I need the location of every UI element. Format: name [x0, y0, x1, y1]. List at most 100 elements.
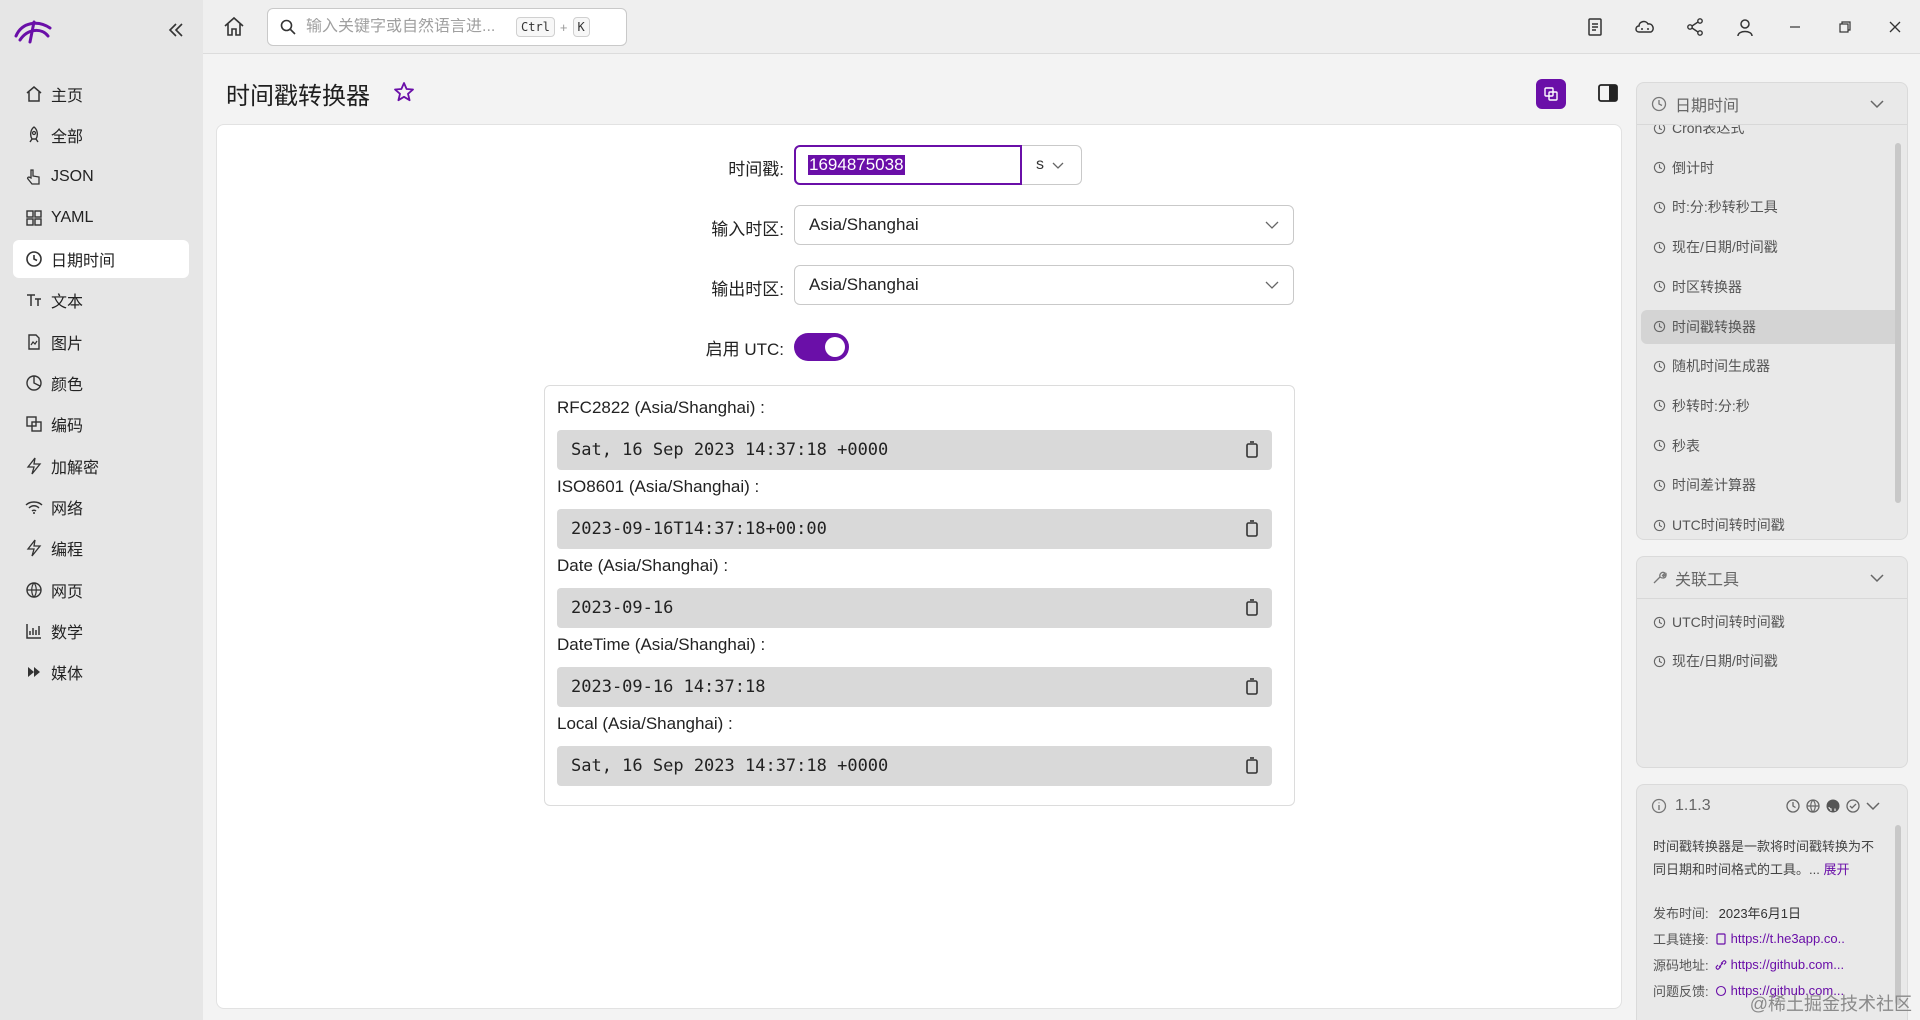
sidebar-item[interactable]: 网络 — [13, 488, 189, 526]
tool-link[interactable]: https://t.he3app.co.. — [1715, 931, 1845, 946]
related-item[interactable]: 现在/日期/时间戳 — [1637, 644, 1897, 678]
globe-icon[interactable] — [1805, 798, 1821, 814]
related-header[interactable]: 关联工具 — [1637, 557, 1907, 599]
chevron-down-icon — [1052, 162, 1064, 169]
check-circle-icon[interactable] — [1845, 798, 1861, 814]
sidebar-item[interactable]: 加解密 — [13, 447, 189, 485]
unit-select[interactable]: s — [1022, 145, 1082, 185]
user-icon — [1737, 19, 1753, 37]
text-icon — [25, 291, 43, 309]
search-input[interactable] — [306, 18, 516, 36]
minimize-button[interactable] — [1770, 0, 1820, 54]
category-header[interactable]: 日期时间 — [1637, 83, 1907, 125]
sidebar-item-label: 网页 — [51, 583, 84, 601]
home-button[interactable] — [222, 15, 246, 39]
related-item[interactable]: UTC时间转时间戳 — [1637, 605, 1897, 639]
page-title: 时间戳转换器 — [226, 83, 370, 110]
result-value-box[interactable]: 2023-09-16T14:37:18+00:00 — [557, 509, 1272, 549]
category-item[interactable]: UTC时间转时间戳 — [1637, 508, 1897, 539]
sidebar-item-label: 编程 — [51, 542, 84, 560]
cloud-icon — [1635, 20, 1654, 33]
sidebar-item[interactable]: 日期时间 — [13, 240, 189, 279]
clock-icon — [1653, 280, 1666, 293]
chevron-down-icon[interactable] — [1865, 798, 1881, 814]
source-link[interactable]: https://github.com... — [1715, 957, 1844, 972]
feedback-icon — [1715, 985, 1726, 996]
sidebar-item-label: 网络 — [51, 500, 84, 518]
sidebar-item[interactable]: 图片 — [13, 323, 189, 361]
utc-toggle[interactable] — [794, 333, 849, 361]
github-icon[interactable] — [1825, 798, 1841, 814]
sidebar-item-label: JSON — [51, 167, 94, 185]
pointer-icon — [25, 168, 43, 186]
output-timezone-select[interactable]: Asia/Shanghai — [794, 265, 1294, 305]
clock-icon — [1653, 360, 1666, 373]
category-item-label: 时间戳转换器 — [1672, 318, 1756, 335]
copy-icon[interactable] — [1242, 677, 1262, 697]
sidebar-item[interactable]: YAML — [13, 199, 189, 237]
rocket-icon — [25, 126, 43, 144]
category-item[interactable]: 时间戳转换器 — [1641, 309, 1901, 344]
sidebar-item[interactable]: 数学 — [13, 612, 189, 650]
cloud-button[interactable] — [1620, 0, 1670, 54]
sidebar-item[interactable]: 文本 — [13, 281, 189, 319]
version-label: 1.1.3 — [1675, 797, 1711, 814]
user-button[interactable] — [1720, 0, 1770, 54]
copy-tool-button[interactable] — [1536, 79, 1566, 109]
result-label: ISO8601 (Asia/Shanghai) : — [557, 477, 760, 496]
favorite-button[interactable] — [392, 80, 416, 104]
toggle-panel-button[interactable] — [1596, 81, 1620, 105]
close-button[interactable] — [1870, 0, 1920, 54]
category-item[interactable]: 时区转换器 — [1637, 270, 1897, 304]
input-timezone-select[interactable]: Asia/Shanghai — [794, 205, 1294, 245]
source-label: 源码地址: — [1653, 958, 1709, 973]
utc-label: 启用 UTC: — [705, 340, 784, 359]
info-scrollbar[interactable] — [1895, 825, 1901, 1005]
result-value-box[interactable]: 2023-09-16 14:37:18 — [557, 667, 1272, 707]
info-actions — [1785, 798, 1881, 814]
sidebar-item[interactable]: 媒体 — [13, 653, 189, 691]
result-value-box[interactable]: 2023-09-16 — [557, 588, 1272, 628]
timestamp-label: 时间戳: — [728, 160, 784, 179]
topbar: Ctrl + K — [203, 0, 1920, 54]
expand-link[interactable]: 展开 — [1823, 862, 1849, 877]
category-item[interactable]: 随机时间生成器 — [1637, 349, 1897, 383]
category-item[interactable]: 倒计时 — [1637, 151, 1897, 185]
sidebar-item[interactable]: JSON — [13, 158, 189, 196]
sidebar-item[interactable]: 编码 — [13, 405, 189, 443]
result-value-box[interactable]: Sat, 16 Sep 2023 14:37:18 +0000 — [557, 430, 1272, 470]
sidebar-item-label: 日期时间 — [51, 253, 116, 271]
sidebar-item[interactable]: 颜色 — [13, 364, 189, 402]
sidebar-item[interactable]: 编程 — [13, 529, 189, 567]
history-icon[interactable] — [1785, 798, 1801, 814]
output-timezone-label: 输出时区: — [711, 280, 784, 299]
search-box[interactable]: Ctrl + K — [267, 8, 627, 46]
sidebar-item[interactable]: 全部 — [13, 116, 189, 154]
category-item[interactable]: 秒转时:分:秒 — [1637, 389, 1897, 423]
document-button[interactable] — [1570, 0, 1620, 54]
category-item[interactable]: 现在/日期/时间戳 — [1637, 230, 1897, 264]
copy-icon[interactable] — [1242, 440, 1262, 460]
palette-icon — [25, 374, 43, 392]
result-value-box[interactable]: Sat, 16 Sep 2023 14:37:18 +0000 — [557, 746, 1272, 786]
category-scrollbar[interactable] — [1895, 143, 1901, 503]
result-value: 2023-09-16T14:37:18+00:00 — [571, 519, 827, 539]
sidebar-item-label: 媒体 — [51, 666, 84, 684]
search-icon — [280, 19, 296, 35]
sidebar-item[interactable]: 主页 — [13, 75, 189, 113]
category-item[interactable]: 秒表 — [1637, 429, 1897, 463]
timestamp-input[interactable]: 1694875038 — [794, 145, 1022, 185]
sidebar-item[interactable]: 网页 — [13, 571, 189, 609]
collapse-sidebar-button[interactable] — [164, 18, 188, 42]
category-item[interactable]: 时间差计算器 — [1637, 468, 1897, 502]
copy-icon[interactable] — [1242, 756, 1262, 776]
restore-button[interactable] — [1820, 0, 1870, 54]
copy-icon[interactable] — [1242, 598, 1262, 618]
copy-icon[interactable] — [1242, 519, 1262, 539]
category-item-label: 时区转换器 — [1672, 278, 1742, 295]
category-item-label: 秒表 — [1672, 437, 1700, 454]
input-timezone-value: Asia/Shanghai — [809, 215, 919, 234]
share-button[interactable] — [1670, 0, 1720, 54]
category-item[interactable]: 时:分:秒转秒工具 — [1637, 190, 1897, 224]
category-item-label: 现在/日期/时间戳 — [1672, 239, 1778, 256]
